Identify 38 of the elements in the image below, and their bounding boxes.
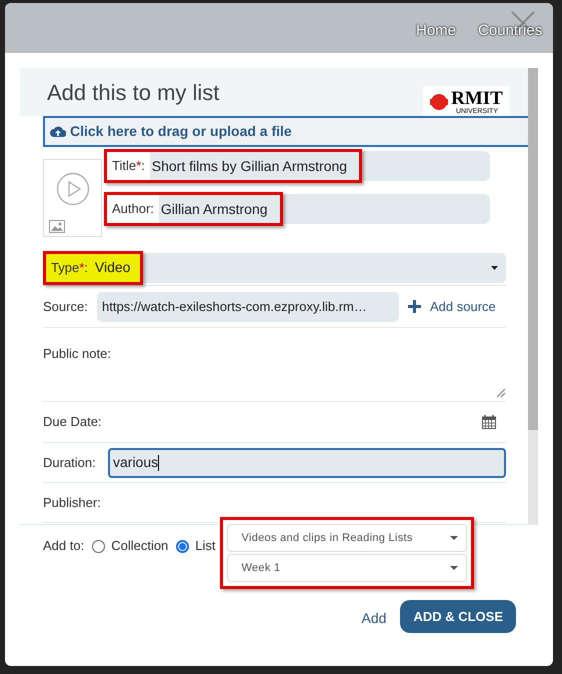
logo-mark-icon xyxy=(430,93,448,111)
type-select[interactable]: Type*: Video xyxy=(43,252,506,282)
list-select[interactable]: Week 1 xyxy=(226,554,467,582)
radio-option[interactable]: List xyxy=(176,536,216,556)
field-value: Video xyxy=(92,254,140,282)
radio-option[interactable]: Collection xyxy=(92,536,168,556)
add-source-link[interactable]: Add source xyxy=(408,296,496,316)
field-value[interactable]: Gillian Armstrong xyxy=(158,195,280,223)
add-and-close-button[interactable]: ADD & CLOSE xyxy=(400,600,516,633)
caret-icon xyxy=(450,536,458,540)
field-label: Public note: xyxy=(43,345,112,363)
text-field[interactable]: Title*: Short films by Gillian Armstrong xyxy=(104,151,490,181)
resize-handle-icon xyxy=(497,389,505,397)
field-label: Type*: xyxy=(46,254,93,282)
list-select[interactable]: Videos and clips in Reading Lists xyxy=(226,524,467,552)
dialog-title: Add this to my list xyxy=(47,78,220,107)
text-field[interactable]: Author: Gillian Armstrong xyxy=(104,194,490,224)
scrollbar[interactable] xyxy=(528,68,538,524)
plus-icon xyxy=(408,300,421,313)
add-link[interactable]: Add xyxy=(362,608,386,628)
field-value[interactable]: Short films by Gillian Armstrong xyxy=(150,152,360,180)
logo-name: RMIT xyxy=(451,89,503,108)
play-icon xyxy=(56,172,90,206)
field-label: Due Date: xyxy=(43,413,102,432)
image-icon xyxy=(49,220,65,233)
caret-icon xyxy=(450,566,458,570)
upload-button[interactable]: Click here to drag or upload a file xyxy=(43,116,528,147)
calendar-icon xyxy=(482,415,496,429)
source-field[interactable]: https://watch-exileshorts-com.ezproxy.lib.rm… xyxy=(97,292,399,322)
field-label: Source: xyxy=(43,298,89,316)
text-field[interactable]: various xyxy=(108,448,506,478)
field-label: Author: xyxy=(107,195,159,223)
field-label: Title*: xyxy=(107,152,150,180)
cloud-upload-icon xyxy=(50,125,66,138)
field-label: Duration: xyxy=(43,454,97,472)
field-label: Publisher: xyxy=(43,494,102,512)
add-to-label: Add to: xyxy=(43,537,84,556)
caret-icon xyxy=(491,266,498,270)
